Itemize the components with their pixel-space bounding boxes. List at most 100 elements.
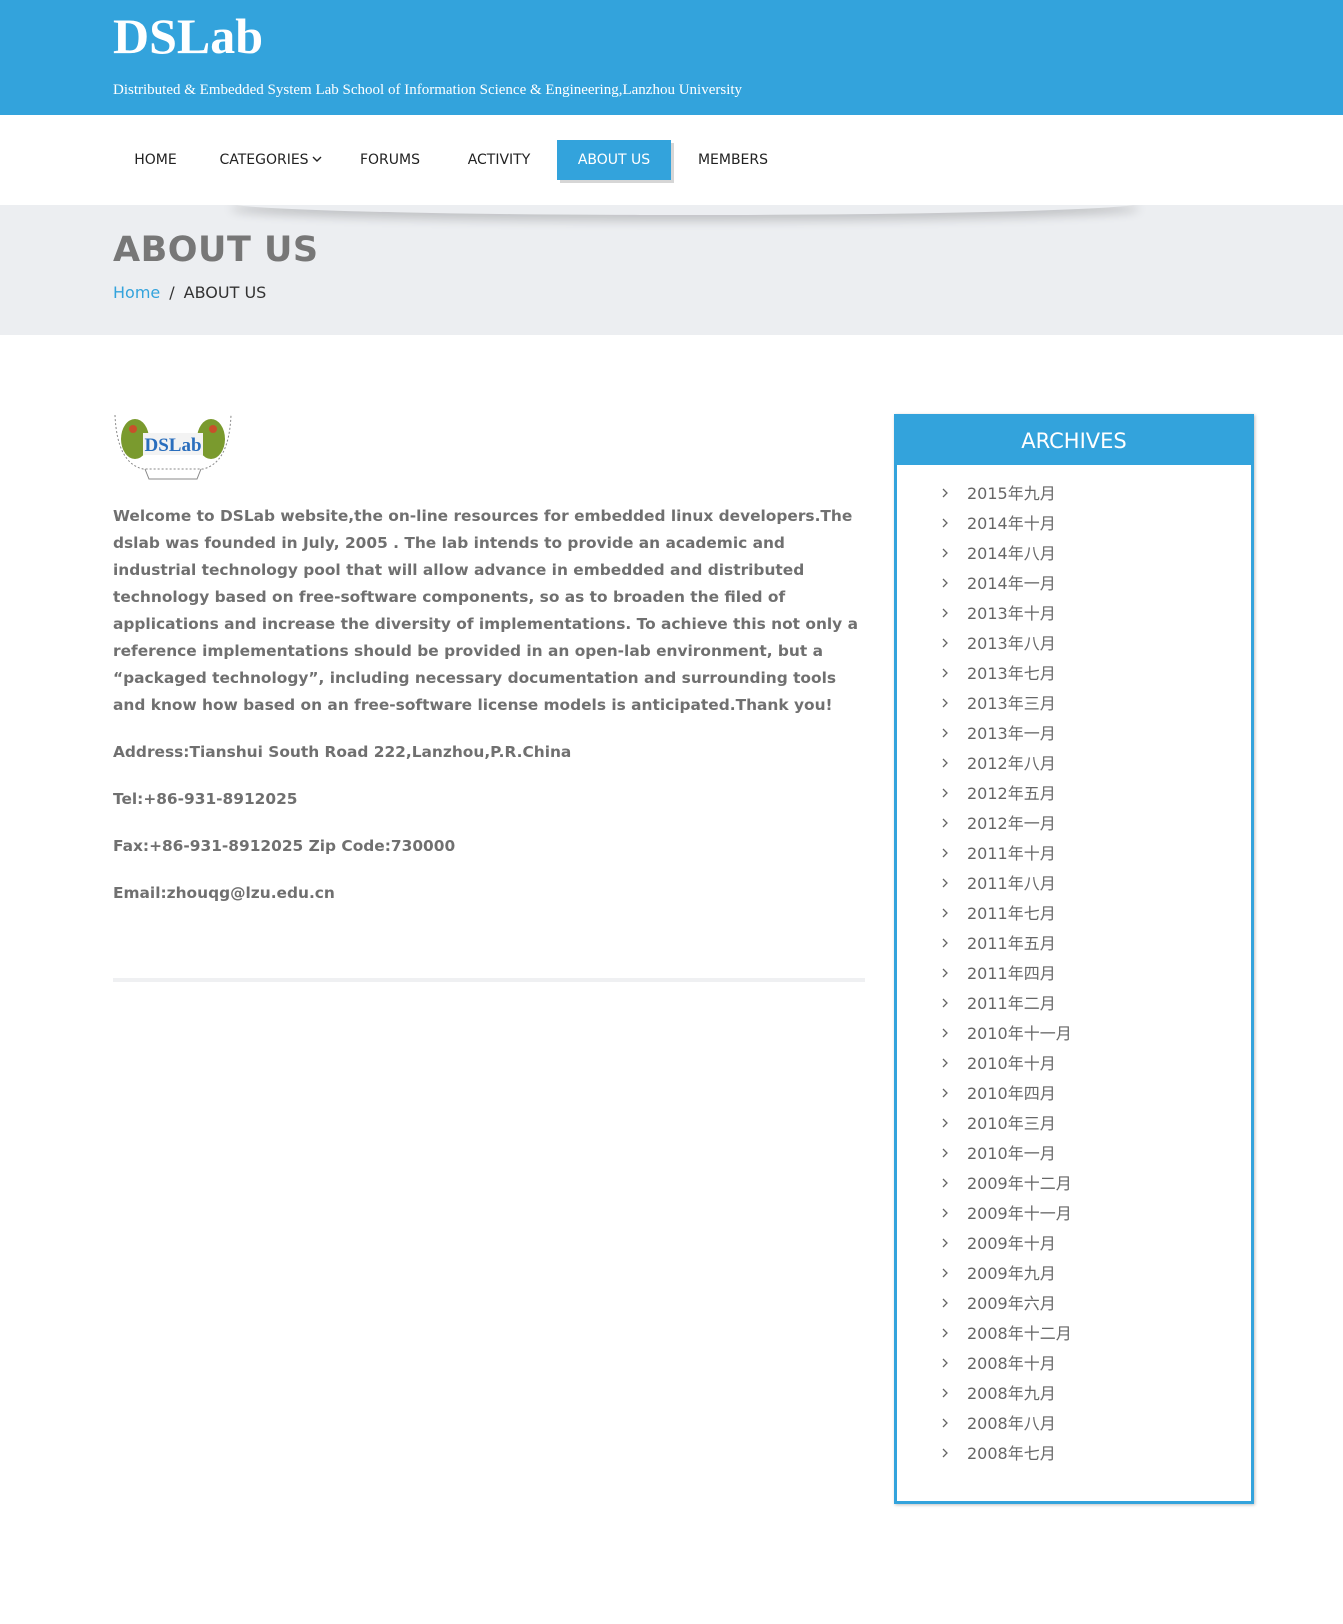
chevron-right-icon [941, 1079, 949, 1109]
archive-item-label: 2015年九月 [967, 484, 1056, 503]
main-nav: HOME CATEGORIES FORUMS ACTIVITY ABOUT US… [0, 115, 1343, 205]
nav-item-home[interactable]: HOME [113, 140, 198, 180]
archives-widget: ARCHIVES 2015年九月 2014年十月 2014年八月 2014年一月 201… [894, 414, 1254, 1504]
archive-item[interactable]: 2011年五月 [897, 929, 1251, 959]
archive-item[interactable]: 2009年九月 [897, 1259, 1251, 1289]
archive-item[interactable]: 2010年一月 [897, 1139, 1251, 1169]
archive-item-label: 2014年十月 [967, 514, 1056, 533]
nav-item-label: ACTIVITY [467, 152, 531, 168]
archive-item-label: 2009年六月 [967, 1294, 1056, 1313]
archive-item[interactable]: 2008年十二月 [897, 1319, 1251, 1349]
archive-item-label: 2010年十月 [967, 1054, 1056, 1073]
archive-item[interactable]: 2008年九月 [897, 1379, 1251, 1409]
chevron-right-icon [941, 1109, 949, 1139]
archive-item[interactable]: 2010年四月 [897, 1079, 1251, 1109]
archive-item[interactable]: 2009年十二月 [897, 1169, 1251, 1199]
chevron-right-icon [941, 959, 949, 989]
archive-item[interactable]: 2015年九月 [897, 479, 1251, 509]
archive-item-label: 2011年二月 [967, 994, 1056, 1013]
chevron-right-icon [941, 749, 949, 779]
archive-item-label: 2008年八月 [967, 1414, 1056, 1433]
chevron-right-icon [941, 809, 949, 839]
chevron-right-icon [941, 989, 949, 1019]
archive-item[interactable]: 2009年十一月 [897, 1199, 1251, 1229]
intro-paragraph: Welcome to DSLab website,the on-line res… [113, 507, 858, 714]
archive-item[interactable]: 2011年十月 [897, 839, 1251, 869]
archive-item-label: 2014年一月 [967, 574, 1056, 593]
breadcrumb-home-link[interactable]: Home [113, 283, 160, 302]
archive-item[interactable]: 2014年一月 [897, 569, 1251, 599]
archive-item-label: 2013年一月 [967, 724, 1056, 743]
nav-item-activity[interactable]: ACTIVITY [449, 140, 549, 180]
nav-item-label: ABOUT US [577, 152, 651, 168]
chevron-right-icon [941, 1139, 949, 1169]
archive-item[interactable]: 2014年十月 [897, 509, 1251, 539]
archive-item-label: 2009年十月 [967, 1234, 1056, 1253]
chevron-right-icon [941, 1439, 949, 1469]
archive-item[interactable]: 2011年八月 [897, 869, 1251, 899]
archive-item[interactable]: 2013年八月 [897, 629, 1251, 659]
dslab-logo: DSLab [113, 413, 233, 485]
archive-item-label: 2011年七月 [967, 904, 1056, 923]
nav-item-label: FORUMS [359, 152, 420, 168]
chevron-right-icon [941, 1229, 949, 1259]
chevron-right-icon [941, 1049, 949, 1079]
chevron-right-icon [941, 569, 949, 599]
archive-item[interactable]: 2013年三月 [897, 689, 1251, 719]
archive-item-label: 2012年一月 [967, 814, 1056, 833]
chevron-right-icon [941, 899, 949, 929]
archive-item[interactable]: 2008年七月 [897, 1439, 1251, 1469]
svg-text:DSLab: DSLab [144, 435, 201, 456]
chevron-right-icon [941, 1019, 949, 1049]
content-divider [113, 978, 865, 982]
archive-item[interactable]: 2013年十月 [897, 599, 1251, 629]
archive-item[interactable]: 2009年六月 [897, 1289, 1251, 1319]
chevron-right-icon [941, 929, 949, 959]
archive-item-label: 2011年四月 [967, 964, 1056, 983]
nav-item-label: MEMBERS [697, 152, 769, 168]
site-title-link[interactable]: DSLab [113, 6, 263, 66]
archive-item-label: 2010年十一月 [967, 1024, 1072, 1043]
nav-item-categories[interactable]: CATEGORIES [208, 140, 333, 180]
archive-item-label: 2010年三月 [967, 1114, 1056, 1133]
archive-item[interactable]: 2009年十月 [897, 1229, 1251, 1259]
archive-item-label: 2009年十二月 [967, 1174, 1072, 1193]
archive-item[interactable]: 2011年二月 [897, 989, 1251, 1019]
archive-item[interactable]: 2008年十月 [897, 1349, 1251, 1379]
archive-item[interactable]: 2010年三月 [897, 1109, 1251, 1139]
archive-item[interactable]: 2010年十一月 [897, 1019, 1251, 1049]
archive-item-label: 2014年八月 [967, 544, 1056, 563]
chevron-right-icon [941, 539, 949, 569]
archive-item-label: 2013年八月 [967, 634, 1056, 653]
page-banner: ABOUT US Home / ABOUT US [0, 205, 1343, 335]
archive-item-label: 2013年三月 [967, 694, 1056, 713]
chevron-right-icon [941, 1409, 949, 1439]
archive-item-label: 2008年十月 [967, 1354, 1056, 1373]
archive-item[interactable]: 2012年八月 [897, 749, 1251, 779]
site-header: DSLab Distributed & Embedded System Lab … [0, 0, 1343, 115]
archive-item[interactable]: 2011年七月 [897, 899, 1251, 929]
archive-item[interactable]: 2012年五月 [897, 779, 1251, 809]
nav-item-forums[interactable]: FORUMS [340, 140, 440, 180]
archive-item[interactable]: 2011年四月 [897, 959, 1251, 989]
fax-text: Fax:+86-931-8912025 Zip Code:730000 [113, 837, 456, 855]
archive-item[interactable]: 2010年十月 [897, 1049, 1251, 1079]
site-description: Distributed & Embedded System Lab School… [113, 82, 743, 98]
breadcrumb-current: ABOUT US [183, 283, 267, 302]
archive-item[interactable]: 2008年八月 [897, 1409, 1251, 1439]
archive-item-label: 2008年九月 [967, 1384, 1056, 1403]
chevron-right-icon [941, 659, 949, 689]
archive-item-label: 2012年五月 [967, 784, 1056, 803]
archive-item[interactable]: 2012年一月 [897, 809, 1251, 839]
archive-item[interactable]: 2013年七月 [897, 659, 1251, 689]
chevron-right-icon [941, 599, 949, 629]
chevron-right-icon [941, 1319, 949, 1349]
nav-item-about-us[interactable]: ABOUT US [557, 140, 671, 180]
archive-item-label: 2012年八月 [967, 754, 1056, 773]
nav-item-label: CATEGORIES [219, 152, 309, 168]
archive-item[interactable]: 2014年八月 [897, 539, 1251, 569]
nav-item-members[interactable]: MEMBERS [683, 140, 783, 180]
archive-item[interactable]: 2013年一月 [897, 719, 1251, 749]
chevron-right-icon [941, 1379, 949, 1409]
chevron-right-icon [941, 1199, 949, 1229]
